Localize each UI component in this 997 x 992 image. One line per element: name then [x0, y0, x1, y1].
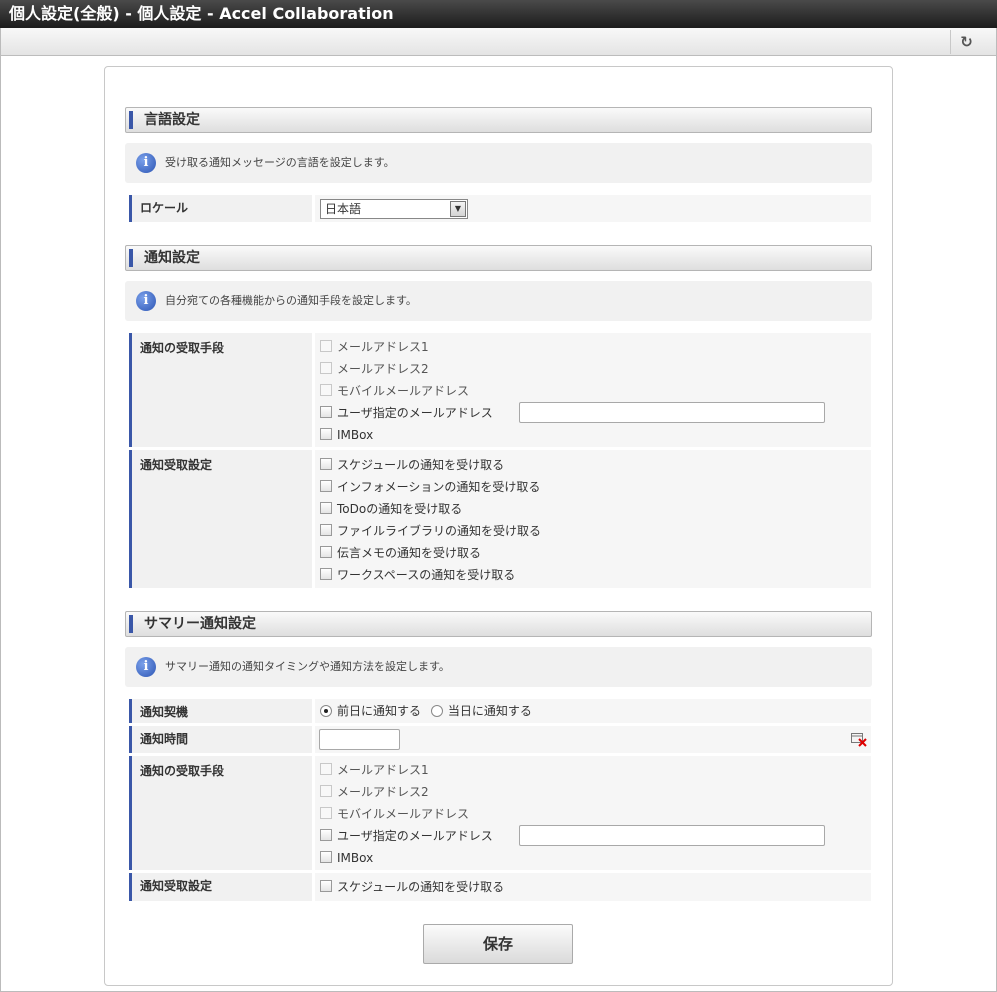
notification-receive-label: 通知受取設定	[129, 450, 312, 588]
save-button[interactable]: 保存	[423, 924, 573, 964]
checkbox-file-library[interactable]: ファイルライブラリの通知を受け取る	[320, 523, 541, 539]
info-icon: i	[136, 657, 156, 677]
summary-time-cell	[315, 726, 871, 753]
info-icon: i	[136, 291, 156, 311]
radio-same-day[interactable]: 当日に通知する	[430, 704, 532, 718]
info-icon: i	[136, 153, 156, 173]
summary-receive-cell: スケジュールの通知を受け取る	[315, 873, 871, 901]
summary-checkbox-email1[interactable]: メールアドレス1	[320, 762, 429, 778]
locale-value-cell: 日本語 ▼	[315, 195, 871, 222]
summary-trigger-label: 通知契機	[129, 699, 312, 723]
section-header-notification: 通知設定	[125, 245, 872, 271]
summary-user-email-field[interactable]	[519, 825, 825, 846]
row-locale: ロケール 日本語 ▼	[129, 195, 871, 222]
row-summary-receive: 通知受取設定 スケジュールの通知を受け取る	[129, 873, 871, 901]
row-summary-method: 通知の受取手段 メールアドレス1 メールアドレス2 モバイルメールアドレス ユー…	[129, 756, 871, 870]
refresh-icon[interactable]: ↻	[950, 30, 982, 54]
info-box-summary: i サマリー通知の通知タイミングや通知方法を設定します。	[125, 647, 872, 687]
checkbox-user-email[interactable]: ユーザ指定のメールアドレス	[320, 405, 493, 421]
summary-method-cell: メールアドレス1 メールアドレス2 モバイルメールアドレス ユーザ指定のメールア…	[315, 756, 871, 870]
summary-trigger-cell: 前日に通知する 当日に通知する	[315, 699, 871, 723]
section-header-language: 言語設定	[125, 107, 872, 133]
checkbox-information[interactable]: インフォメーションの通知を受け取る	[320, 479, 540, 495]
locale-select[interactable]: 日本語 ▼	[320, 199, 468, 219]
summary-receive-label: 通知受取設定	[129, 873, 312, 901]
row-summary-trigger: 通知契機 前日に通知する 当日に通知する	[129, 699, 871, 723]
trigger-radio-group: 前日に通知する 当日に通知する	[320, 703, 532, 719]
summary-checkbox-imbox[interactable]: IMBox	[320, 850, 373, 866]
section-header-summary: サマリー通知設定	[125, 611, 872, 637]
row-notification-receive: 通知受取設定 スケジュールの通知を受け取る インフォメーションの通知を受け取る …	[129, 450, 871, 588]
toolbar: ↻	[0, 28, 997, 56]
info-text: 自分宛ての各種機能からの通知手段を設定します。	[165, 294, 417, 307]
window-title: 個人設定(全般) - 個人設定 - Accel Collaboration	[0, 0, 997, 28]
notification-method-cell: メールアドレス1 メールアドレス2 モバイルメールアドレス ユーザ指定のメールア…	[315, 333, 871, 447]
checkbox-memo[interactable]: 伝言メモの通知を受け取る	[320, 545, 481, 561]
checkbox-email2[interactable]: メールアドレス2	[320, 361, 429, 377]
info-text: サマリー通知の通知タイミングや通知方法を設定します。	[165, 660, 450, 673]
summary-checkbox-user-email[interactable]: ユーザ指定のメールアドレス	[320, 828, 493, 844]
chevron-down-icon: ▼	[450, 201, 466, 217]
info-text: 受け取る通知メッセージの言語を設定します。	[165, 156, 395, 169]
summary-checkbox-schedule[interactable]: スケジュールの通知を受け取る	[320, 879, 504, 895]
info-box-language: i 受け取る通知メッセージの言語を設定します。	[125, 143, 872, 183]
checkbox-mobile-email[interactable]: モバイルメールアドレス	[320, 383, 469, 399]
row-summary-time: 通知時間	[129, 726, 871, 753]
summary-time-label: 通知時間	[129, 726, 312, 753]
checkbox-todo[interactable]: ToDoの通知を受け取る	[320, 501, 462, 517]
summary-method-label: 通知の受取手段	[129, 756, 312, 870]
clear-icon[interactable]	[851, 733, 867, 747]
checkbox-imbox[interactable]: IMBox	[320, 427, 373, 443]
notification-method-label: 通知の受取手段	[129, 333, 312, 447]
radio-previous-day[interactable]: 前日に通知する	[320, 704, 421, 718]
summary-time-input[interactable]	[319, 729, 400, 750]
user-email-field[interactable]	[519, 402, 825, 423]
checkbox-schedule[interactable]: スケジュールの通知を受け取る	[320, 457, 504, 473]
row-notification-method: 通知の受取手段 メールアドレス1 メールアドレス2 モバイルメールアドレス ユー…	[129, 333, 871, 447]
checkbox-workspace[interactable]: ワークスペースの通知を受け取る	[320, 567, 515, 583]
summary-checkbox-email2[interactable]: メールアドレス2	[320, 784, 429, 800]
summary-checkbox-mobile-email[interactable]: モバイルメールアドレス	[320, 806, 469, 822]
notification-receive-cell: スケジュールの通知を受け取る インフォメーションの通知を受け取る ToDoの通知…	[315, 450, 871, 588]
checkbox-email1[interactable]: メールアドレス1	[320, 339, 429, 355]
locale-select-value: 日本語	[325, 202, 362, 216]
info-box-notification: i 自分宛ての各種機能からの通知手段を設定します。	[125, 281, 872, 321]
locale-label: ロケール	[129, 195, 312, 222]
